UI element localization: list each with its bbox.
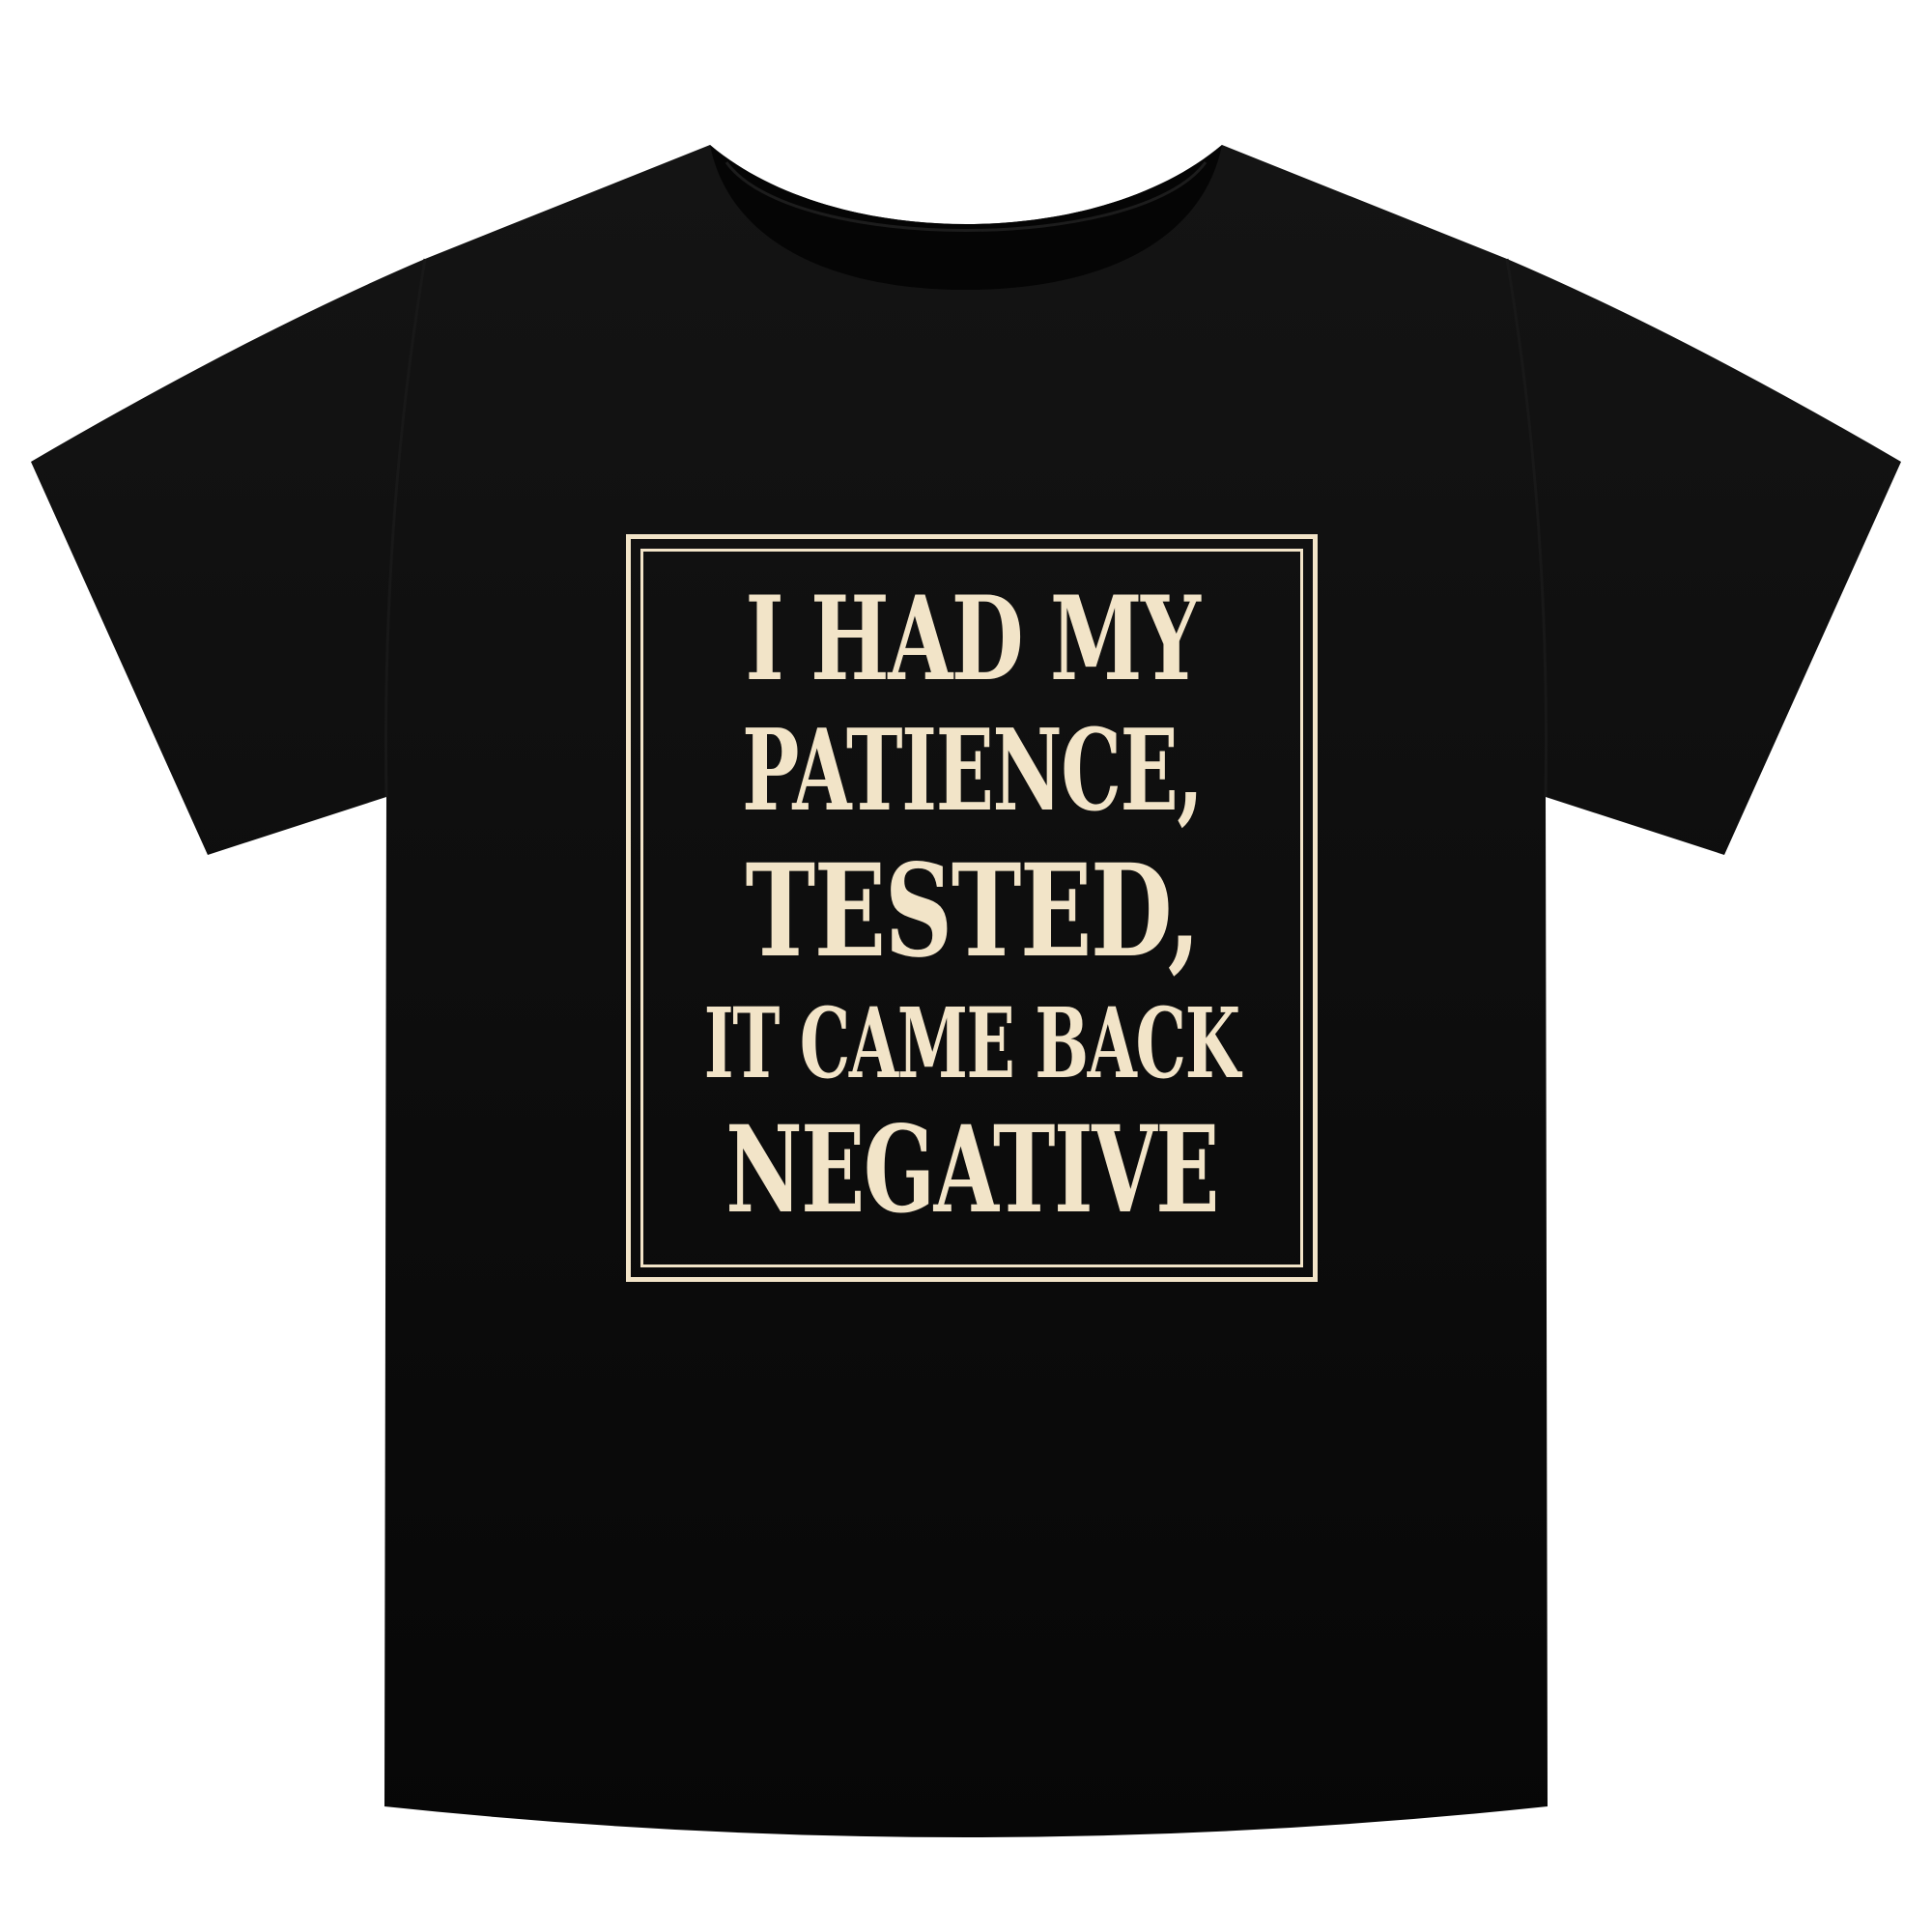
- product-image: I HAD MY PATIENCE, TESTED, IT CAME BACK …: [0, 0, 1932, 1932]
- slogan-text: I HAD MY PATIENCE, TESTED, IT CAME BACK …: [650, 582, 1293, 1231]
- slogan-line-4: IT CAME BACK: [703, 986, 1240, 1100]
- slogan-print-frame: I HAD MY PATIENCE, TESTED, IT CAME BACK …: [626, 534, 1318, 1282]
- slogan-line-5: NEGATIVE: [725, 1100, 1219, 1240]
- slogan-line-1: I HAD MY: [745, 571, 1200, 707]
- slogan-line-2: PATIENCE,: [741, 705, 1204, 837]
- slogan-line-3: TESTED,: [745, 837, 1200, 986]
